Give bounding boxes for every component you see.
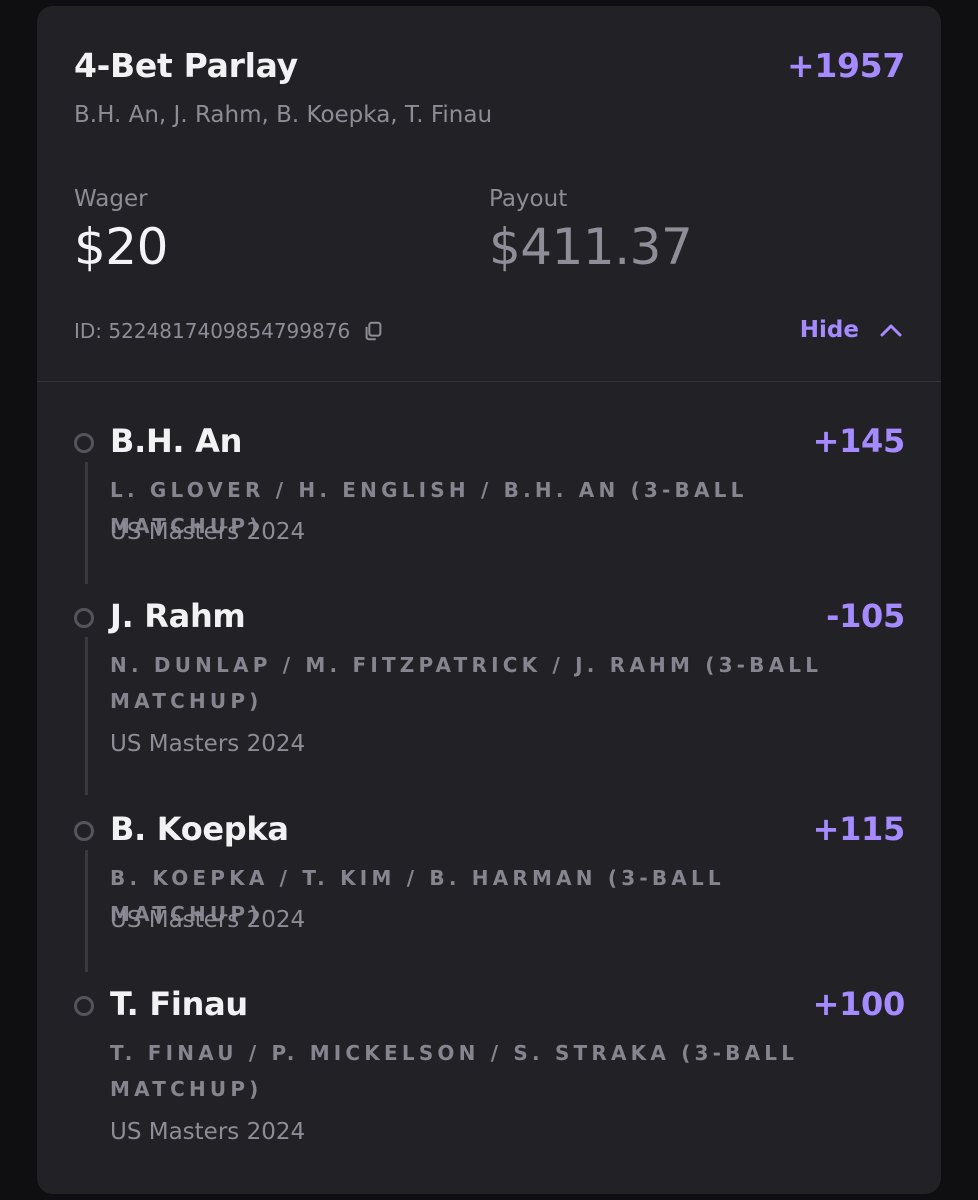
leg-odds: -105	[826, 597, 905, 635]
leg-status-circle-icon	[74, 821, 94, 841]
copy-icon[interactable]	[362, 320, 384, 342]
hide-label: Hide	[799, 317, 859, 343]
leg-connector-line	[85, 850, 88, 972]
leg-selection-name: B. Koepka	[110, 810, 289, 848]
wager-label: Wager	[74, 186, 148, 212]
wager-value: $20	[74, 218, 168, 276]
leg-selection-name: B.H. An	[110, 422, 243, 460]
payout-label: Payout	[489, 186, 568, 212]
parlay-summary: 4-Bet Parlay +1957 B.H. An, J. Rahm, B. …	[37, 6, 941, 382]
leg-event: US Masters 2024	[110, 907, 306, 933]
leg-connector-line	[85, 462, 88, 584]
hide-details-button[interactable]: Hide	[800, 317, 903, 343]
leg-market: N. DUNLAP / M. FITZPATRICK / J. RAHM (3-…	[110, 653, 823, 713]
parlay-bet-card: 4-Bet Parlay +1957 B.H. An, J. Rahm, B. …	[37, 6, 941, 1194]
parlay-title: 4-Bet Parlay	[74, 46, 298, 85]
parlay-odds: +1957	[787, 46, 905, 85]
leg-market: T. FINAU / P. MICKELSON / S. STRAKA (3-B…	[110, 1041, 799, 1101]
leg-status-circle-icon	[74, 433, 94, 453]
leg-status-circle-icon	[74, 608, 94, 628]
chevron-up-icon	[880, 324, 902, 337]
leg-odds: +145	[812, 422, 906, 460]
leg-status-circle-icon	[74, 996, 94, 1016]
leg-event: US Masters 2024	[110, 731, 306, 757]
payout-value: $411.37	[489, 218, 693, 276]
leg-odds: +100	[812, 985, 906, 1023]
leg-event: US Masters 2024	[110, 1119, 306, 1145]
leg-event: US Masters 2024	[110, 519, 306, 545]
leg-odds: +115	[812, 810, 906, 848]
bet-id: ID: 5224817409854799876	[74, 319, 351, 343]
leg-connector-line	[85, 637, 88, 795]
parlay-selections: B.H. An, J. Rahm, B. Koepka, T. Finau	[74, 102, 493, 128]
leg-selection-name: T. Finau	[110, 985, 248, 1023]
leg-selection-name: J. Rahm	[110, 597, 246, 635]
bet-id-row: ID: 5224817409854799876	[74, 319, 384, 343]
